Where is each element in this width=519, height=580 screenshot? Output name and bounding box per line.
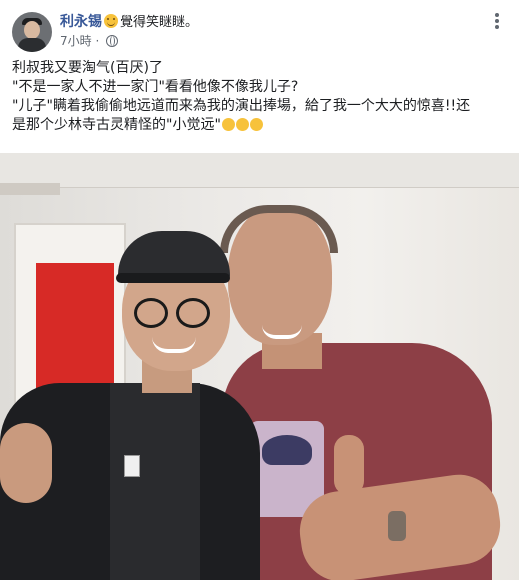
- globe-icon[interactable]: [106, 35, 119, 47]
- shirt-badge: [124, 455, 140, 477]
- smiling-face-icon: [104, 14, 118, 28]
- feeling-text: 覺得笑瞇瞇。: [120, 15, 199, 30]
- more-options-button[interactable]: [487, 12, 507, 30]
- author-avatar[interactable]: [12, 12, 52, 52]
- separator: ·: [95, 34, 100, 48]
- post-text-line: "儿子"瞒着我偷偷地远道而来為我的演出捧場，給了我一个大大的惊喜!!还: [12, 98, 471, 114]
- timestamp[interactable]: 7小時: [60, 34, 92, 48]
- glasses-lens-left: [134, 298, 168, 328]
- more-dot-icon: [495, 13, 499, 17]
- more-dot-icon: [495, 19, 499, 23]
- cap-brim: [116, 273, 230, 283]
- glasses-lens-right: [176, 298, 210, 328]
- shirt-eagle-print: [262, 435, 312, 465]
- left-person-shirt: [110, 383, 200, 580]
- post-photo[interactable]: [0, 153, 519, 580]
- post-header: 利永锡 覺得笑瞇瞇。 7小時 ·: [0, 0, 519, 56]
- face-blowing-kiss-icon: [249, 118, 263, 131]
- author-line: 利永锡 覺得笑瞇瞇。: [60, 13, 198, 32]
- post-text-line-last: 是那个少林寺古灵精怪的"小觉远": [12, 116, 507, 135]
- thumbs-up-hand: [334, 435, 364, 495]
- hugging-face-icon: [235, 118, 249, 131]
- post-meta: 7小時 ·: [60, 33, 119, 49]
- more-dot-icon: [495, 25, 499, 29]
- post-text-line: 是那个少林寺古灵精怪的"小觉远": [12, 117, 221, 133]
- author-name[interactable]: 利永锡: [60, 14, 102, 30]
- photo-ceiling: [0, 153, 519, 188]
- right-person-hair: [220, 205, 338, 253]
- post-text-line: "不是一家人不进一家门"看看他像不像我儿子?: [12, 79, 299, 95]
- facebook-post: 利永锡 覺得笑瞇瞇。 7小時 · 利叔我又要淘气(百厌)了 "不是一家人不进一家门…: [0, 0, 519, 580]
- photo-shelf: [0, 183, 60, 195]
- post-text: 利叔我又要淘气(百厌)了 "不是一家人不进一家门"看看他像不像我儿子? "儿子"…: [12, 59, 507, 135]
- wristwatch: [388, 511, 406, 541]
- avatar-body: [18, 38, 46, 52]
- avatar-face: [24, 21, 40, 39]
- post-text-line: 利叔我又要淘气(百厌)了: [12, 60, 163, 76]
- left-person-hand: [0, 423, 52, 503]
- grinning-face-icon: [221, 118, 235, 131]
